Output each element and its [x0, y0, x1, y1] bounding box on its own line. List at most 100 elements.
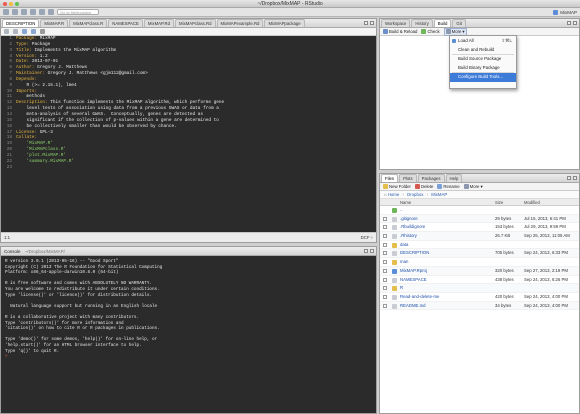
- menu-item-build-source[interactable]: Build Source Package: [450, 55, 516, 64]
- new-file-icon[interactable]: [3, 9, 9, 15]
- file-row[interactable]: NAMESPACE 438 bytes Sep 24, 2013, 6:26 PM: [380, 276, 579, 285]
- console-title[interactable]: Console: [4, 249, 21, 254]
- maximize-pane-icon[interactable]: [370, 249, 374, 253]
- show-in-window-icon[interactable]: [22, 29, 27, 34]
- code-area[interactable]: 1 2 3 4 5 6 7 8 9 10 11 12 13 14 15 16 17 18 19 20 21 22 23 Pa…: [1, 36, 376, 232]
- file-row[interactable]: man: [380, 258, 579, 267]
- file-name[interactable]: .Rhistory: [400, 232, 417, 241]
- column-name[interactable]: Name: [400, 199, 411, 206]
- close-window-icon[interactable]: [3, 2, 7, 6]
- new-folder-button[interactable]: New Folder: [383, 184, 411, 189]
- tab-files[interactable]: Files: [381, 174, 399, 182]
- file-checkbox[interactable]: [383, 268, 387, 273]
- open-file-icon[interactable]: [21, 9, 27, 15]
- minimize-pane-icon[interactable]: [567, 21, 571, 25]
- menu-item-build-binary[interactable]: Build Binary Package: [450, 64, 516, 73]
- tab-help[interactable]: Help: [445, 174, 463, 182]
- column-size[interactable]: Size: [495, 199, 503, 206]
- file-name[interactable]: NAMESPACE: [400, 276, 427, 285]
- save-all-icon[interactable]: [39, 9, 45, 15]
- minimize-pane-icon[interactable]: [364, 249, 368, 253]
- file-checkbox[interactable]: [383, 277, 387, 282]
- open-project-icon[interactable]: [12, 9, 18, 15]
- print-icon[interactable]: [48, 9, 54, 15]
- menu-item-configure-build-tools[interactable]: Configure Build Tools...: [450, 73, 516, 82]
- maximize-pane-icon[interactable]: [573, 21, 577, 25]
- save-file-icon[interactable]: [31, 29, 36, 34]
- file-row[interactable]: Read-and-delete-me 420 bytes Sep 24, 2013,…: [380, 293, 579, 302]
- file-checkbox[interactable]: [383, 303, 387, 308]
- console-prompt[interactable]: >: [5, 354, 8, 359]
- rename-button[interactable]: Rename: [437, 184, 460, 189]
- tab-plots[interactable]: Plots: [399, 174, 417, 182]
- file-checkbox[interactable]: [383, 216, 387, 221]
- file-name[interactable]: ..: [400, 206, 402, 215]
- more-files-button[interactable]: More ▾: [463, 184, 483, 190]
- file-name[interactable]: .Rbuildignore: [400, 223, 425, 232]
- tab-packages[interactable]: Packages: [417, 174, 445, 182]
- file-row[interactable]: .Rbuildignore 153 bytes Jul 29, 2013, 9:59…: [380, 223, 579, 233]
- file-row[interactable]: data: [380, 241, 579, 250]
- tab-history[interactable]: History: [411, 19, 433, 27]
- file-name[interactable]: Read-and-delete-me: [400, 293, 439, 302]
- file-row[interactable]: MixMAP.Rproj 320 bytes Sep 27, 2013, 2:19 …: [380, 266, 579, 276]
- file-type-selector[interactable]: DCF ÷: [361, 233, 373, 243]
- file-name[interactable]: MixMAP.Rproj: [400, 267, 427, 276]
- breadcrumb-dropbox[interactable]: Dropbox: [407, 192, 423, 197]
- minimize-pane-icon[interactable]: [567, 176, 571, 180]
- editor-tab[interactable]: MixMAPclass.R: [69, 19, 108, 27]
- file-checkbox[interactable]: [383, 225, 387, 230]
- delete-button[interactable]: Delete: [414, 184, 433, 189]
- save-icon[interactable]: [30, 9, 36, 15]
- menu-item-clean-rebuild[interactable]: Clean and Rebuild: [450, 46, 516, 55]
- forward-arrow-icon[interactable]: [13, 29, 18, 34]
- zoom-window-icon[interactable]: [15, 2, 19, 6]
- code-text[interactable]: Package: MixMAP Type: Package Title: Imple…: [16, 36, 224, 170]
- breadcrumb-mixmap[interactable]: MixMAP: [431, 192, 447, 197]
- code-line[interactable]: [16, 165, 224, 171]
- file-name[interactable]: .gitignore: [400, 215, 418, 224]
- file-row[interactable]: ..: [380, 206, 579, 215]
- file-name[interactable]: README.md: [400, 302, 426, 311]
- editor-tab[interactable]: NAMESPACE: [108, 19, 143, 27]
- file-checkbox[interactable]: [383, 294, 387, 299]
- maximize-pane-icon[interactable]: [573, 176, 577, 180]
- file-name[interactable]: DESCRIPTION: [400, 249, 429, 258]
- file-row[interactable]: DESCRIPTION 705 bytes Sep 24, 2013, 6:33 P…: [380, 249, 579, 259]
- file-checkbox[interactable]: [383, 286, 387, 291]
- file-checkbox[interactable]: [383, 242, 387, 247]
- file-name[interactable]: data: [400, 241, 408, 250]
- file-checkbox[interactable]: [383, 234, 387, 239]
- search-icon[interactable]: [40, 29, 45, 34]
- tab-git[interactable]: Git: [452, 19, 466, 27]
- check-button[interactable]: Check: [421, 29, 440, 34]
- editor-tab[interactable]: DESCRIPTION: [2, 19, 40, 27]
- minimize-window-icon[interactable]: [9, 2, 13, 6]
- maximize-pane-icon[interactable]: [370, 21, 374, 25]
- file-row[interactable]: README.md 34 bytes Sep 24, 2013, 4:00 PM: [380, 301, 579, 311]
- file-row[interactable]: .Rhistory 26.7 KB Sep 25, 2013, 11:05 AM: [380, 232, 579, 241]
- file-name[interactable]: man: [400, 258, 408, 267]
- tab-build[interactable]: Build: [433, 19, 452, 27]
- file-checkbox[interactable]: [383, 260, 387, 265]
- breadcrumb-home[interactable]: Home: [388, 192, 399, 197]
- build-reload-button[interactable]: Build & Reload: [383, 29, 417, 34]
- go-to-file-input[interactable]: Go to file/function: [57, 9, 99, 15]
- editor-tab[interactable]: MixMAP.R: [40, 19, 69, 27]
- file-name[interactable]: R: [400, 284, 403, 293]
- editor-tab[interactable]: MixMAPpackage: [264, 19, 305, 27]
- back-arrow-icon[interactable]: [4, 29, 9, 34]
- minimize-pane-icon[interactable]: [364, 21, 368, 25]
- file-row[interactable]: R: [380, 284, 579, 293]
- project-menu[interactable]: MixMAP: [553, 9, 577, 16]
- column-modified[interactable]: Modified: [524, 199, 540, 206]
- console-output[interactable]: R version 3.0.1 (2013-05-16) -- "Good Sp…: [1, 256, 376, 413]
- editor-tab[interactable]: MixMAPclass.Rd: [175, 19, 216, 27]
- editor-tab[interactable]: MixMAPexample.Rd: [216, 19, 264, 27]
- file-modified: Sep 24, 2013, 4:00 PM: [524, 302, 568, 308]
- menu-item-load-all[interactable]: Load All ⇧⌘L: [450, 37, 516, 46]
- editor-tab[interactable]: MixMAP.Rd: [143, 19, 175, 27]
- file-checkbox[interactable]: [383, 251, 387, 256]
- file-row[interactable]: .gitignore 29 bytes Jul 15, 2013, 6:41 PM: [380, 214, 579, 224]
- tab-workspace[interactable]: Workspace: [381, 19, 411, 27]
